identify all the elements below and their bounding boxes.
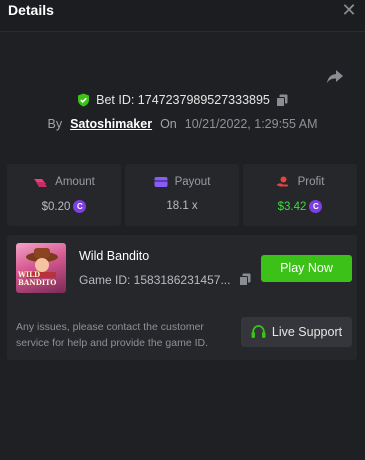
- bet-id-row: Bet ID: 1747237989527333895: [0, 93, 365, 110]
- game-thumbnail-text: WILD BANDITO: [18, 270, 57, 287]
- profit-icon: [276, 176, 288, 187]
- game-id: Game ID: 1583186231457...: [79, 273, 231, 287]
- support-notice: Any issues, please contact the customer …: [16, 321, 209, 349]
- bet-stats: Amount $0.20 C Payout 18.1 x Profit $3.4…: [7, 164, 357, 226]
- copy-icon[interactable]: [239, 273, 251, 286]
- amount-value: $0.20: [41, 200, 71, 213]
- payout-value: 18.1 x: [166, 200, 198, 212]
- bet-meta-row: By Satoshimaker On 10/21/2022, 1:29:55 A…: [0, 117, 365, 131]
- close-icon[interactable]: ✕: [341, 0, 357, 20]
- live-support-button[interactable]: Live Support: [241, 317, 352, 347]
- bet-id-text: Bet ID: 1747237989527333895: [96, 93, 270, 107]
- payout-icon: [154, 177, 168, 187]
- play-now-button[interactable]: Play Now: [261, 255, 352, 282]
- shield-check-icon: [78, 93, 90, 107]
- amount-label: Amount: [55, 176, 95, 188]
- amount-icon: [34, 179, 48, 187]
- copy-icon[interactable]: [275, 94, 288, 107]
- profit-card: Profit $3.42 C: [243, 164, 357, 226]
- dialog-title: Details: [8, 2, 54, 18]
- profit-label: Profit: [297, 176, 325, 188]
- profit-value: $3.42: [277, 200, 307, 213]
- dialog-header: Details ✕: [0, 0, 365, 32]
- payout-card: Payout 18.1 x: [125, 164, 239, 226]
- username-link[interactable]: Satoshimaker: [70, 117, 152, 131]
- game-panel: WILD BANDITO Wild Bandito Game ID: 15831…: [7, 235, 357, 360]
- headset-icon: [251, 325, 266, 338]
- coin-icon: C: [73, 200, 87, 213]
- share-icon[interactable]: [325, 68, 345, 86]
- game-name: Wild Bandito: [79, 249, 150, 263]
- coin-icon: C: [309, 200, 323, 213]
- live-support-label: Live Support: [271, 325, 343, 339]
- on-label: On: [160, 117, 177, 131]
- payout-label: Payout: [174, 176, 211, 188]
- bet-date: 10/21/2022, 1:29:55 AM: [184, 117, 318, 131]
- by-label: By: [47, 117, 63, 131]
- amount-card: Amount $0.20 C: [7, 164, 121, 226]
- game-thumbnail[interactable]: WILD BANDITO: [16, 243, 66, 293]
